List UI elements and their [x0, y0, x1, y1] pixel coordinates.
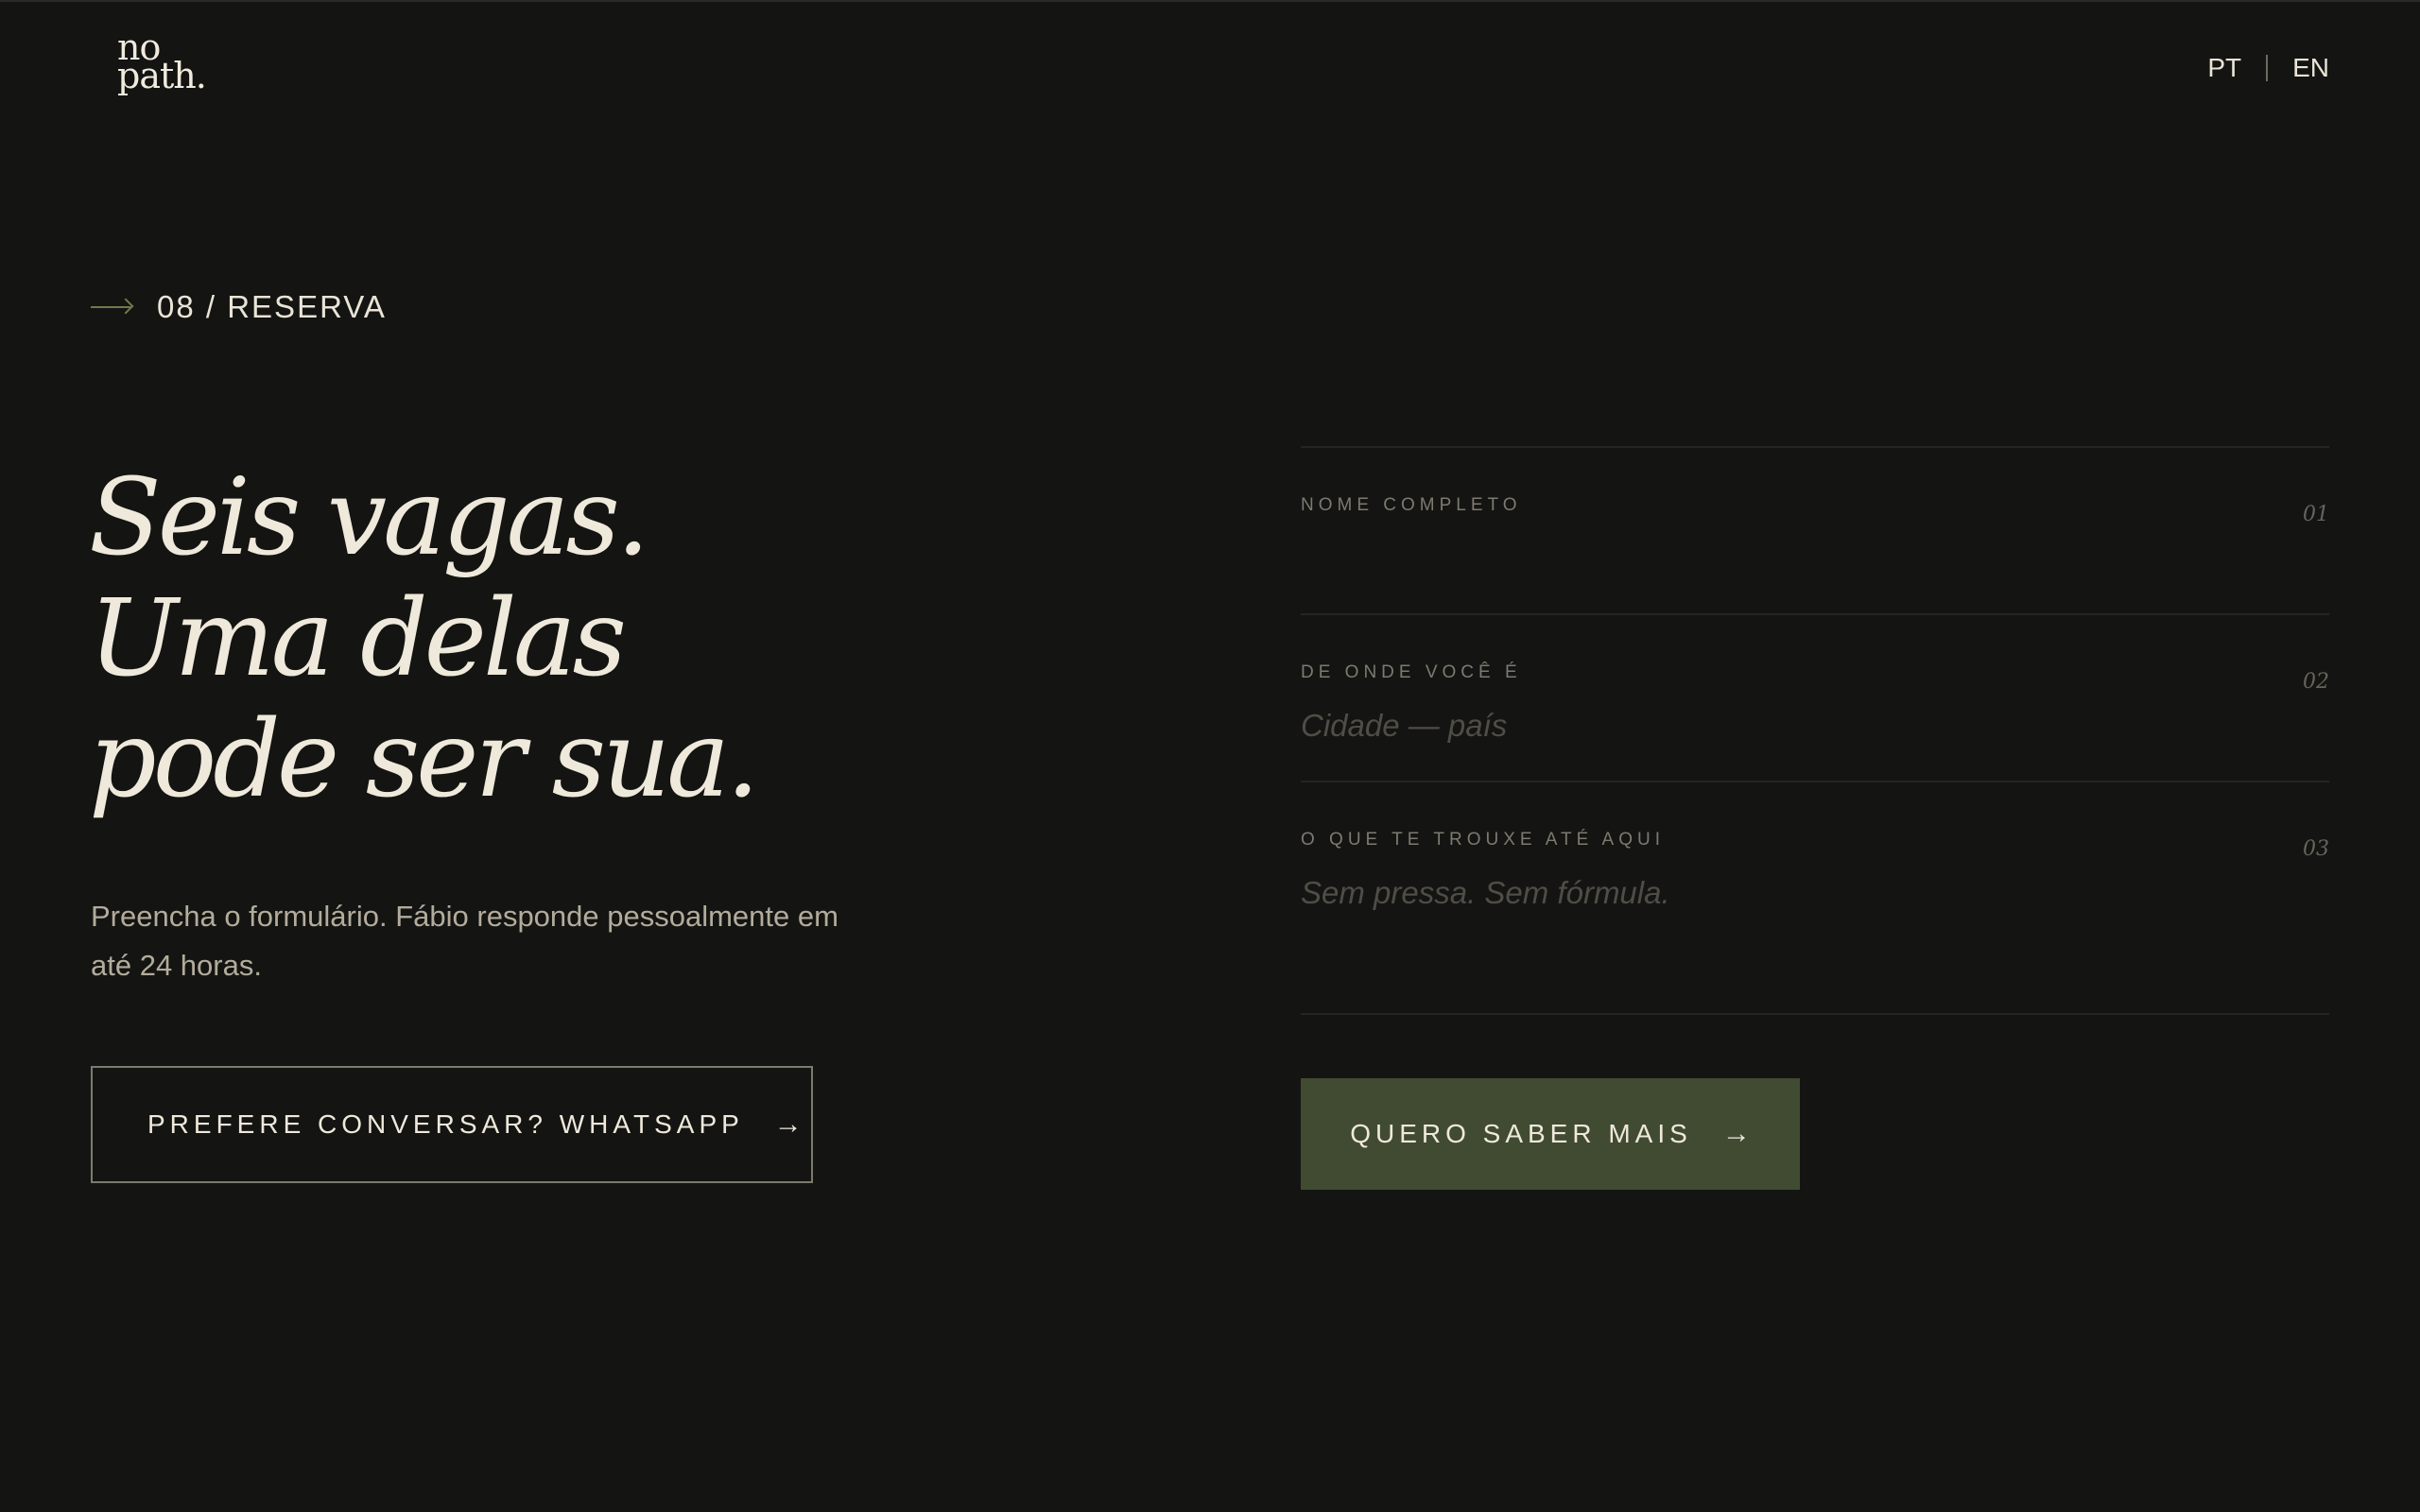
hero-lead: Preencha o formulário. Fábio responde pe…: [91, 900, 838, 982]
full-name-label: NOME COMPLETO: [1301, 495, 1522, 515]
whatsapp-button-label: PREFERE CONVERSAR? WHATSAPP: [147, 1109, 744, 1139]
reservation-form: NOME COMPLETO 01 DE ONDE VOCÊ É 02 O QUE…: [1301, 446, 2329, 1015]
field-motivation: O QUE TE TROUXE ATÉ AQUI 03: [1301, 781, 2329, 1015]
logo[interactable]: no path.: [117, 29, 207, 94]
lang-divider: [2266, 55, 2269, 81]
origin-input[interactable]: [1301, 708, 2208, 744]
arrow-right-icon: [91, 306, 130, 308]
section-label: 08 / RESERVA: [157, 289, 387, 324]
submit-button[interactable]: QUERO SABER MAIS →: [1301, 1078, 1800, 1190]
full-name-input[interactable]: [1301, 541, 2208, 576]
section-eyebrow: 08 / RESERVA: [91, 289, 387, 325]
field-full-name: NOME COMPLETO 01: [1301, 446, 2329, 613]
submit-button-label: QUERO SABER MAIS: [1350, 1119, 1692, 1148]
lang-pt-link[interactable]: PT: [2207, 53, 2241, 83]
logo-line-2-text: path: [117, 54, 197, 96]
arrow-right-icon: →: [1721, 1118, 1751, 1149]
headline-line-1: Seis vagas.: [89, 456, 649, 579]
headline-line-2: Uma delas: [89, 577, 627, 700]
lang-en-link[interactable]: EN: [2292, 53, 2329, 83]
whatsapp-button[interactable]: PREFERE CONVERSAR? WHATSAPP →: [91, 1066, 813, 1183]
headline-line-3: pode ser sua.: [89, 698, 760, 821]
origin-label: DE ONDE VOCÊ É: [1301, 662, 1522, 682]
top-border: [0, 0, 2420, 2]
origin-number: 02: [2303, 670, 2329, 694]
motivation-label: O QUE TE TROUXE ATÉ AQUI: [1301, 830, 1666, 850]
motivation-textarea[interactable]: [1301, 875, 2208, 979]
language-switcher: PT EN: [2207, 53, 2329, 83]
full-name-number: 01: [2303, 503, 2329, 526]
motivation-number: 03: [2303, 837, 2329, 861]
logo-dot: .: [195, 54, 207, 96]
field-origin: DE ONDE VOCÊ É 02: [1301, 613, 2329, 781]
logo-line-2: path.: [117, 58, 207, 94]
arrow-right-icon: →: [773, 1108, 803, 1140]
hero-headline: Seis vagas. Uma delas pode ser sua.: [89, 456, 760, 821]
